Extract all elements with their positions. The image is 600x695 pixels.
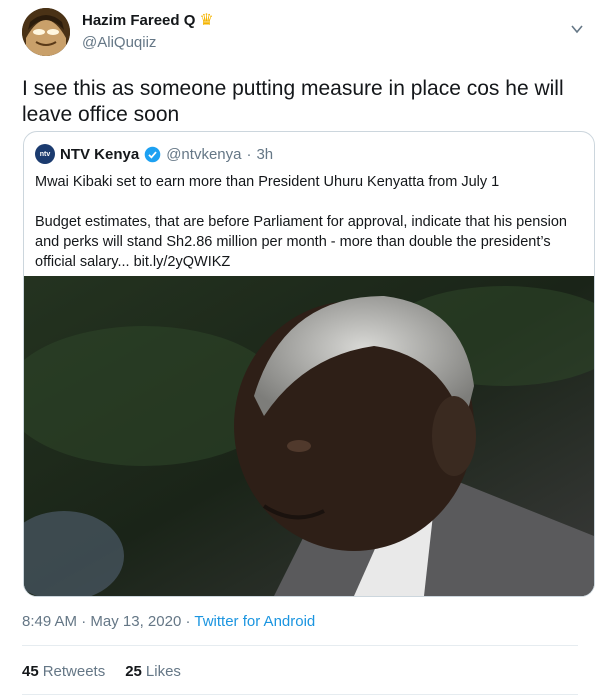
likes-label: Likes: [145, 663, 181, 680]
retweets-count: 45: [22, 663, 39, 680]
quoted-time: 3h: [256, 145, 274, 163]
tweet: Hazim Fareed Q ♛ @AliQuqiiz I see this a…: [0, 0, 600, 695]
verified-badge-icon: [144, 146, 161, 162]
tweet-time[interactable]: 8:49 AM: [22, 613, 77, 630]
tweet-meta: 8:49 AM · May 13, 2020 · Twitter for And…: [22, 613, 315, 630]
meta-separator: ·: [185, 613, 191, 630]
divider: [22, 645, 578, 646]
author-handle[interactable]: @AliQuqiiz: [82, 34, 214, 51]
quoted-avatar: ntv: [35, 144, 55, 164]
likes-count: 25: [125, 663, 142, 680]
cartoon-avatar-icon: [22, 8, 70, 56]
author-info: Hazim Fareed Q ♛ @AliQuqiiz: [82, 12, 214, 51]
author-avatar[interactable]: [22, 8, 70, 56]
photo-of-man-icon: [24, 276, 594, 596]
quoted-name: NTV Kenya: [60, 145, 140, 163]
retweets-label: Retweets: [42, 663, 106, 680]
quoted-tweet[interactable]: ntv NTV Kenya @ntvkenya · 3h Mwai Kibaki…: [23, 131, 595, 597]
chevron-down-icon[interactable]: [570, 22, 584, 36]
author-name[interactable]: Hazim Fareed Q: [82, 12, 195, 29]
quoted-header: ntv NTV Kenya @ntvkenya · 3h: [35, 144, 273, 164]
quoted-handle: @ntvkenya: [166, 145, 242, 163]
likes-stat[interactable]: 25 Likes: [125, 663, 181, 680]
crown-icon: ♛: [199, 11, 214, 29]
quoted-separator: ·: [246, 145, 252, 163]
tweet-stats: 45 Retweets 25 Likes: [22, 663, 181, 680]
tweet-text: I see this as someone putting measure in…: [22, 77, 564, 126]
quoted-image[interactable]: [24, 276, 594, 596]
retweets-stat[interactable]: 45 Retweets: [22, 663, 105, 680]
quoted-text: Mwai Kibaki set to earn more than Presid…: [35, 174, 567, 270]
meta-separator: ·: [81, 613, 87, 630]
tweet-date[interactable]: May 13, 2020: [90, 613, 181, 630]
tweet-source[interactable]: Twitter for Android: [194, 613, 315, 630]
